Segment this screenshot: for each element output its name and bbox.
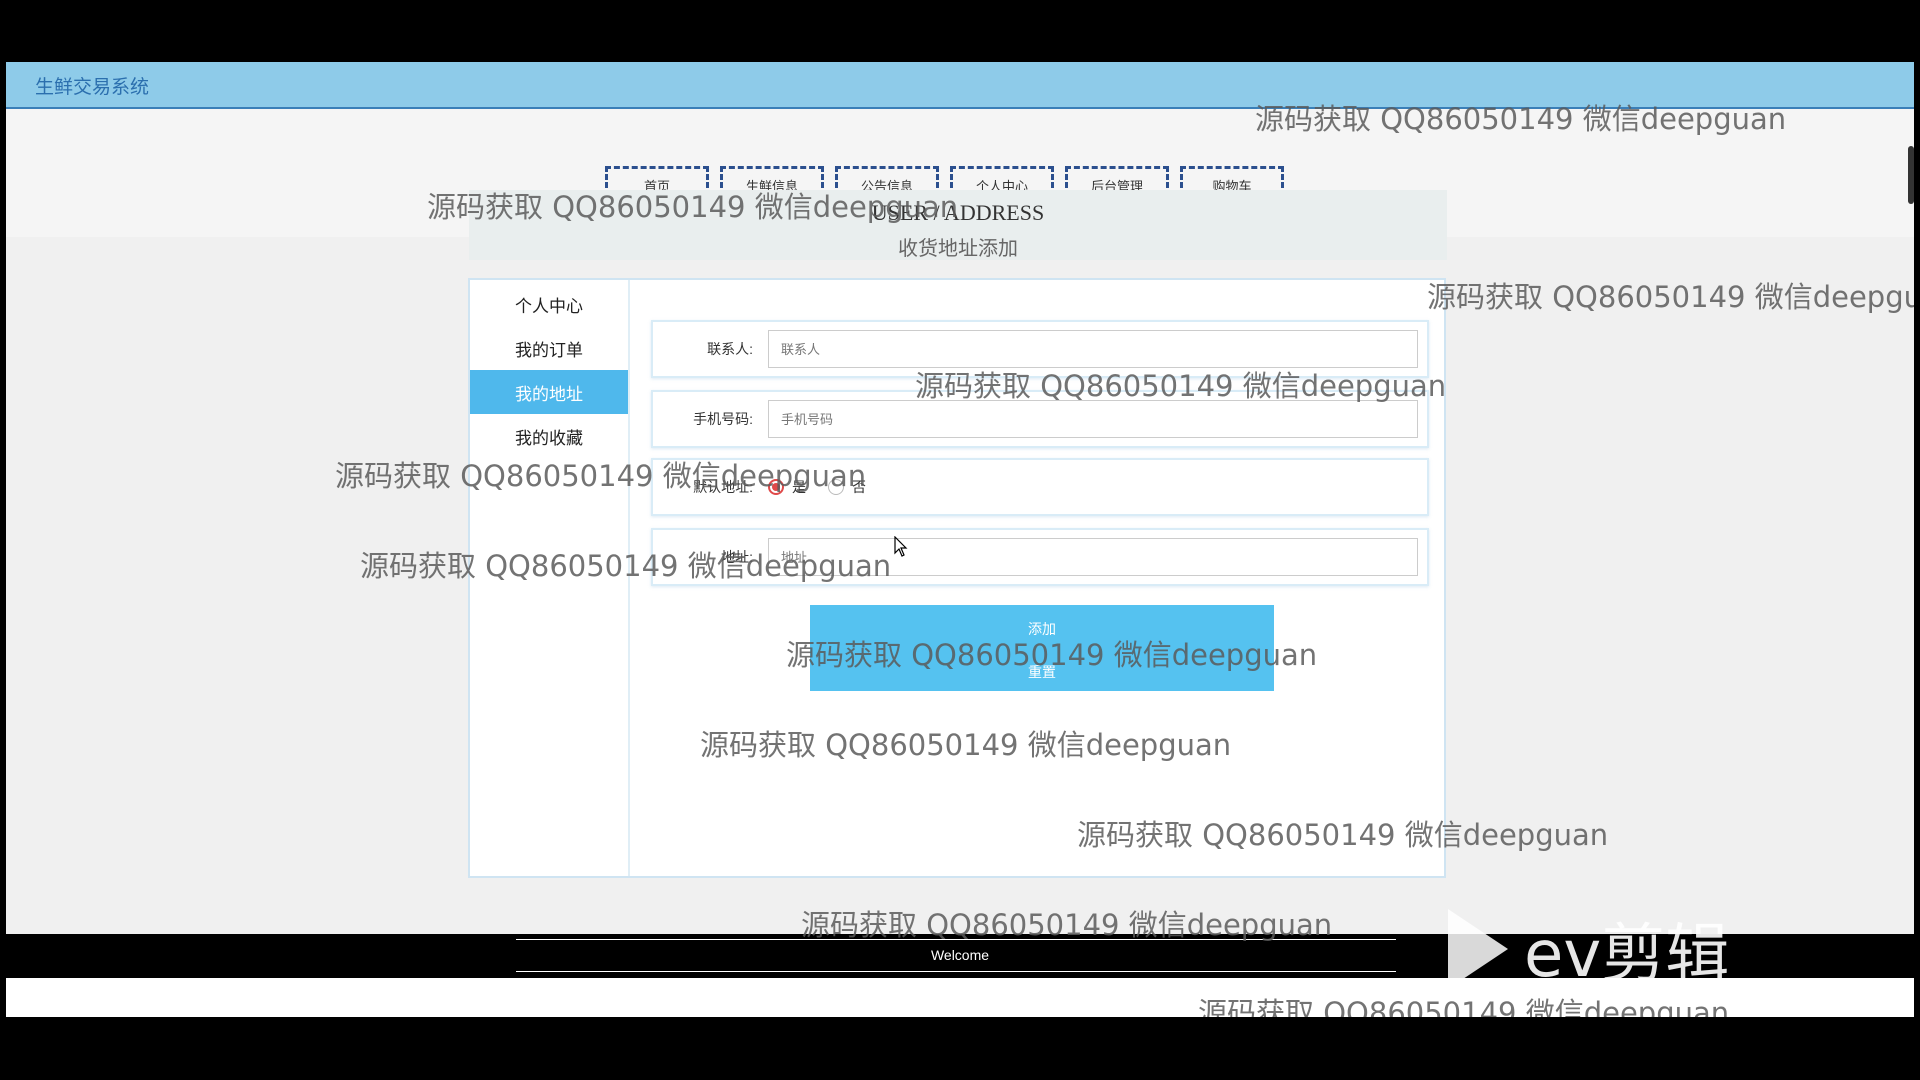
default-address-label: 默认地址:	[693, 479, 753, 495]
mouse-cursor-icon	[894, 536, 908, 557]
address-input[interactable]	[768, 538, 1418, 576]
app-title: 生鲜交易系统	[35, 77, 150, 98]
phone-label: 手机号码:	[693, 411, 753, 427]
reset-button[interactable]: 重置	[810, 653, 1274, 691]
form-row-contact: 联系人:	[651, 320, 1429, 378]
ev-logo-text: ev剪辑	[1524, 918, 1730, 992]
sidebar-item-my-orders[interactable]: 我的订单	[470, 326, 628, 370]
page-heading-english: USER / ADDRESS	[871, 200, 1045, 225]
form-row-default-address: 默认地址: 是 否	[651, 458, 1429, 516]
address-label: 地址:	[721, 549, 753, 565]
form-row-address: 地址:	[651, 528, 1429, 586]
ev-editor-logo: ev剪辑	[1448, 903, 1729, 995]
sidebar-item-my-favorites[interactable]: 我的收藏	[470, 414, 628, 458]
form-row-phone: 手机号码:	[651, 390, 1429, 448]
content-panel: 个人中心 我的订单 我的地址 我的收藏 联系人: 手机号码: 默认地址: 是 否	[468, 278, 1446, 878]
page-heading: USER / ADDRESS 收货地址添加	[469, 190, 1447, 260]
scrollbar-thumb[interactable]	[1908, 146, 1914, 204]
radio-no-label: 否	[852, 479, 866, 495]
contact-label: 联系人:	[707, 341, 753, 357]
play-icon	[1448, 909, 1508, 989]
add-button[interactable]: 添加	[810, 605, 1274, 653]
browser-viewport: 生鲜交易系统 首页 生鲜信息 公告信息 个人中心 后台管理 购物车 USER /…	[6, 62, 1914, 1017]
radio-no[interactable]: 否	[828, 477, 866, 497]
watermark: 源码获取 QQ86050149 微信deepguan	[1427, 280, 1914, 314]
phone-input[interactable]	[768, 400, 1418, 438]
contact-input[interactable]	[768, 330, 1418, 368]
footer-divider-top	[516, 939, 1396, 940]
footer-divider-bottom	[516, 971, 1396, 972]
radio-yes[interactable]: 是	[768, 477, 806, 497]
radio-yes-label: 是	[792, 479, 806, 495]
sidebar-item-my-address[interactable]: 我的地址	[470, 370, 628, 414]
page-heading-chinese: 收货地址添加	[898, 238, 1018, 260]
radio-yes-circle[interactable]	[768, 479, 784, 495]
top-header-bar: 生鲜交易系统	[6, 62, 1914, 109]
default-address-radio-group: 是 否	[768, 460, 866, 514]
radio-no-circle[interactable]	[828, 479, 844, 495]
sidebar: 个人中心 我的订单 我的地址 我的收藏	[470, 280, 630, 876]
sidebar-item-personal-center[interactable]: 个人中心	[470, 282, 628, 326]
